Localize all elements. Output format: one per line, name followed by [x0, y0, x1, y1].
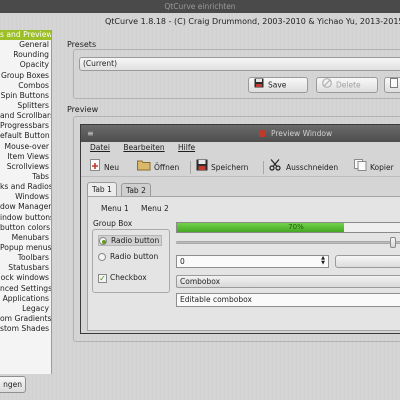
cut-label: Ausschneiden [286, 163, 339, 172]
sidebar-item[interactable]: Toolbars [0, 253, 51, 263]
delete-button[interactable]: Delete [316, 77, 378, 93]
spin-box[interactable]: 0 ▲ ▼ [176, 255, 329, 268]
tab-1[interactable]: Tab 1 [87, 182, 117, 196]
radio-indicator [98, 253, 106, 261]
editable-combobox[interactable]: Editable combobox [176, 293, 400, 307]
import-icon [390, 78, 398, 93]
sidebar-item[interactable]: stom Shades [0, 324, 51, 334]
checkbox-label: Checkbox [110, 273, 147, 282]
sidebar-item[interactable]: ock windows [0, 273, 51, 283]
preview-label: Preview [67, 105, 99, 114]
spin-arrows-icon[interactable]: ▲ ▼ [321, 256, 325, 266]
menubar: Datei Bearbeiten Hilfe [81, 142, 197, 154]
radio-1-label: Radio button [111, 236, 160, 245]
checkmark-icon: ✓ [98, 273, 107, 283]
menu-icon[interactable]: ≡ [87, 125, 94, 142]
presets-label: Presets [67, 40, 97, 49]
cut-button[interactable]: Ausschneiden [269, 159, 338, 177]
new-document-icon [89, 159, 101, 177]
sidebar-item[interactable]: Group Boxes [0, 71, 51, 81]
sidebar-item[interactable]: button colors [0, 223, 51, 233]
sidebar-item[interactable]: om Gradients [0, 314, 51, 324]
menu-hilfe[interactable]: Hilfe [178, 142, 195, 154]
preset-combo[interactable]: (Current) [79, 57, 400, 71]
sidebar-item[interactable]: Mouse-over [0, 142, 51, 152]
apply-button[interactable]: ngen [0, 376, 26, 393]
save-button[interactable]: Save [248, 77, 308, 93]
progress-bar: 70% [176, 222, 400, 233]
sidebar-item[interactable]: Spin Buttons [0, 91, 51, 101]
sidebar-item[interactable]: Splitters [0, 101, 51, 111]
sidebar-item[interactable]: dow Manager [0, 202, 51, 212]
toolbar: Neu Öffnen Speichern Ausschneiden Kopier [81, 157, 400, 177]
copy-button[interactable]: Kopier [354, 159, 394, 177]
app-icon [259, 130, 266, 137]
sidebar-item[interactable]: efault Button [0, 131, 51, 141]
menu-2[interactable]: Menu 2 [141, 204, 169, 213]
copy-icon [354, 159, 367, 177]
sidebar-item[interactable]: Windows [0, 192, 51, 202]
sidebar-item[interactable]: ks and Radios [0, 182, 51, 192]
menu-1[interactable]: Menu 1 [101, 204, 129, 213]
sidebar-item[interactable]: and Scrollbars [0, 111, 51, 121]
slider-track[interactable] [176, 241, 400, 244]
sidebar-item[interactable]: Applications [0, 294, 51, 304]
sidebar-item[interactable]: indow buttons [0, 213, 51, 223]
progress-label: 70% [288, 223, 304, 231]
radio-indicator [99, 237, 107, 245]
scissors-icon [269, 159, 283, 177]
credit-text: QtCurve 1.8.18 - (C) Craig Drummond, 200… [105, 17, 400, 26]
sidebar-item[interactable]: Progressbars [0, 121, 51, 131]
preview-window-title: Preview Window [271, 129, 333, 138]
save-doc-button[interactable]: Speichern [196, 159, 248, 177]
spin-value: 0 [180, 257, 185, 266]
sidebar-item[interactable]: Combos [0, 81, 51, 91]
sidebar-item[interactable]: Tabs [0, 172, 51, 182]
sidebar-item[interactable]: Item Views [0, 152, 51, 162]
open-label: Öffnen [154, 163, 180, 172]
sidebar-item[interactable]: Menubars [0, 233, 51, 243]
save-doc-label: Speichern [211, 163, 249, 172]
toolbar-separator [263, 161, 264, 174]
sidebar-item[interactable]: Legacy [0, 304, 51, 314]
radio-button-1[interactable]: Radio button [98, 235, 163, 246]
more-button[interactable] [384, 77, 400, 93]
delete-label: Delete [336, 80, 361, 90]
slider-handle[interactable] [390, 237, 396, 248]
sidebar-item[interactable]: Opacity [0, 60, 51, 70]
window-title: QtCurve einrichten [164, 2, 236, 11]
tab-2[interactable]: Tab 2 [121, 183, 151, 197]
copy-label: Kopier [370, 163, 394, 172]
category-list[interactable]: s and Preview General Rounding Opacity Group… [0, 30, 52, 374]
sidebar-item[interactable]: Popup menus [0, 243, 51, 253]
radio-2-label: Radio button [110, 252, 159, 261]
menu-datei[interactable]: Datei [90, 142, 110, 154]
sidebar-item[interactable]: Rounding [0, 50, 51, 60]
floppy-icon [196, 159, 208, 177]
sidebar-item[interactable]: General [0, 40, 51, 50]
toolbar-separator [190, 161, 191, 174]
open-button[interactable]: Öffnen [137, 159, 179, 177]
sidebar-item[interactable]: Scrollviews [0, 162, 51, 172]
window-titlebar: QtCurve einrichten [0, 0, 400, 13]
sidebar-item[interactable]: Statusbars [0, 263, 51, 273]
save-icon [254, 78, 264, 93]
partial-button[interactable] [335, 255, 400, 268]
sidebar-item[interactable]: s and Preview [0, 30, 51, 41]
open-folder-icon [137, 159, 151, 177]
delete-icon [322, 78, 332, 93]
radio-button-2[interactable]: Radio button [98, 252, 158, 261]
menu-bearbeiten[interactable]: Bearbeiten [123, 142, 164, 154]
new-button[interactable]: Neu [89, 159, 119, 177]
sidebar-item[interactable]: nced Settings [0, 284, 51, 294]
preview-window-titlebar: ≡ Preview Window [81, 125, 400, 142]
save-label: Save [268, 80, 287, 90]
new-label: Neu [104, 163, 119, 172]
combobox[interactable]: Combobox [176, 275, 400, 288]
preview-window: ≡ Preview Window Datei Bearbeiten Hilfe … [80, 124, 400, 334]
group-box-title: Group Box [93, 219, 133, 228]
checkbox[interactable]: ✓ Checkbox [98, 273, 147, 283]
